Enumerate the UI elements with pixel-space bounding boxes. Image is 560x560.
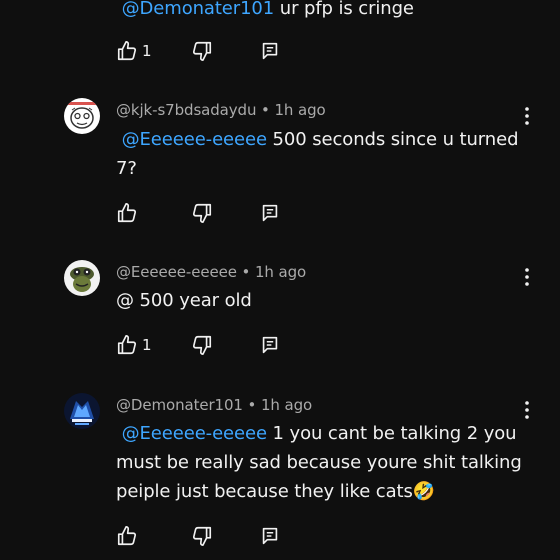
comment-feed: @Demonater101 ur pfp is cringe 1 @kjk-s7… [0,0,560,560]
thumbs-down-icon [191,525,213,547]
like-button[interactable] [116,201,142,225]
reply-icon [259,525,281,547]
sketch-face-avatar-icon[interactable] [64,98,100,134]
kebab-menu-icon [525,107,529,125]
comment: @Demonater101 ur pfp is cringe 1 [0,0,560,80]
author-name[interactable]: @kjk-s7bdsadaydu [116,101,256,119]
timestamp: 1h ago [260,396,313,414]
comment-meta: @Demonater101 • 1h ago [116,396,313,414]
like-button[interactable]: 1 [116,39,152,63]
reply-button[interactable] [259,39,281,63]
dislike-button[interactable] [191,39,213,63]
mention-link[interactable]: @Eeeeee-eeeee [122,129,267,150]
mention-link[interactable]: @Eeeeee-eeeee [122,423,267,444]
thumbs-down-icon [191,202,213,224]
comment-meta: @Eeeeee-eeeee • 1h ago [116,263,307,281]
comment-text: @Eeeeee-eeeee 1 you cant be talking 2 yo… [116,423,522,502]
comment-text: @Eeeeee-eeeee 500 seconds since u turned… [116,129,519,179]
like-button[interactable] [116,524,142,548]
dislike-button[interactable] [191,333,213,357]
reply-button[interactable] [259,333,281,357]
comment-text: @Demonater101 ur pfp is cringe [121,0,414,19]
cartoon-frog-avatar-icon[interactable] [64,260,100,296]
reply-icon [259,334,281,356]
comment-meta: @kjk-s7bdsadaydu • 1h ago [116,101,326,119]
timestamp: 1h ago [274,101,326,119]
author-name[interactable]: @Demonater101 [116,396,243,414]
comment: @Demonater101 • 1h ago @Eeeeee-eeeee 1 y… [0,390,560,560]
thumbs-up-icon [116,334,138,356]
kebab-menu-icon [525,401,529,419]
comment: @kjk-s7bdsadaydu • 1h ago @Eeeeee-eeeee … [0,96,560,246]
like-count: 1 [142,336,152,354]
reply-button[interactable] [259,201,281,225]
reply-icon [259,202,281,224]
timestamp: 1h ago [254,263,307,281]
author-name[interactable]: @Eeeeee-eeeee [116,263,237,281]
reply-button[interactable] [259,524,281,548]
comment: @Eeeeee-eeeee • 1h ago @ 500 year old 1 [0,257,560,377]
thumbs-up-icon [116,525,138,547]
like-count: 1 [142,42,152,60]
thumbs-up-icon [116,202,138,224]
dislike-button[interactable] [191,201,213,225]
gaming-logo-avatar-icon[interactable] [64,393,100,429]
mention-link[interactable]: @Demonater101 [122,0,275,19]
like-button[interactable]: 1 [116,333,152,357]
thumbs-down-icon [191,334,213,356]
thumbs-up-icon [116,40,138,62]
comment-text: @ 500 year old [116,290,252,311]
thumbs-down-icon [191,40,213,62]
kebab-menu-icon [525,268,529,286]
dislike-button[interactable] [191,524,213,548]
reply-icon [259,40,281,62]
